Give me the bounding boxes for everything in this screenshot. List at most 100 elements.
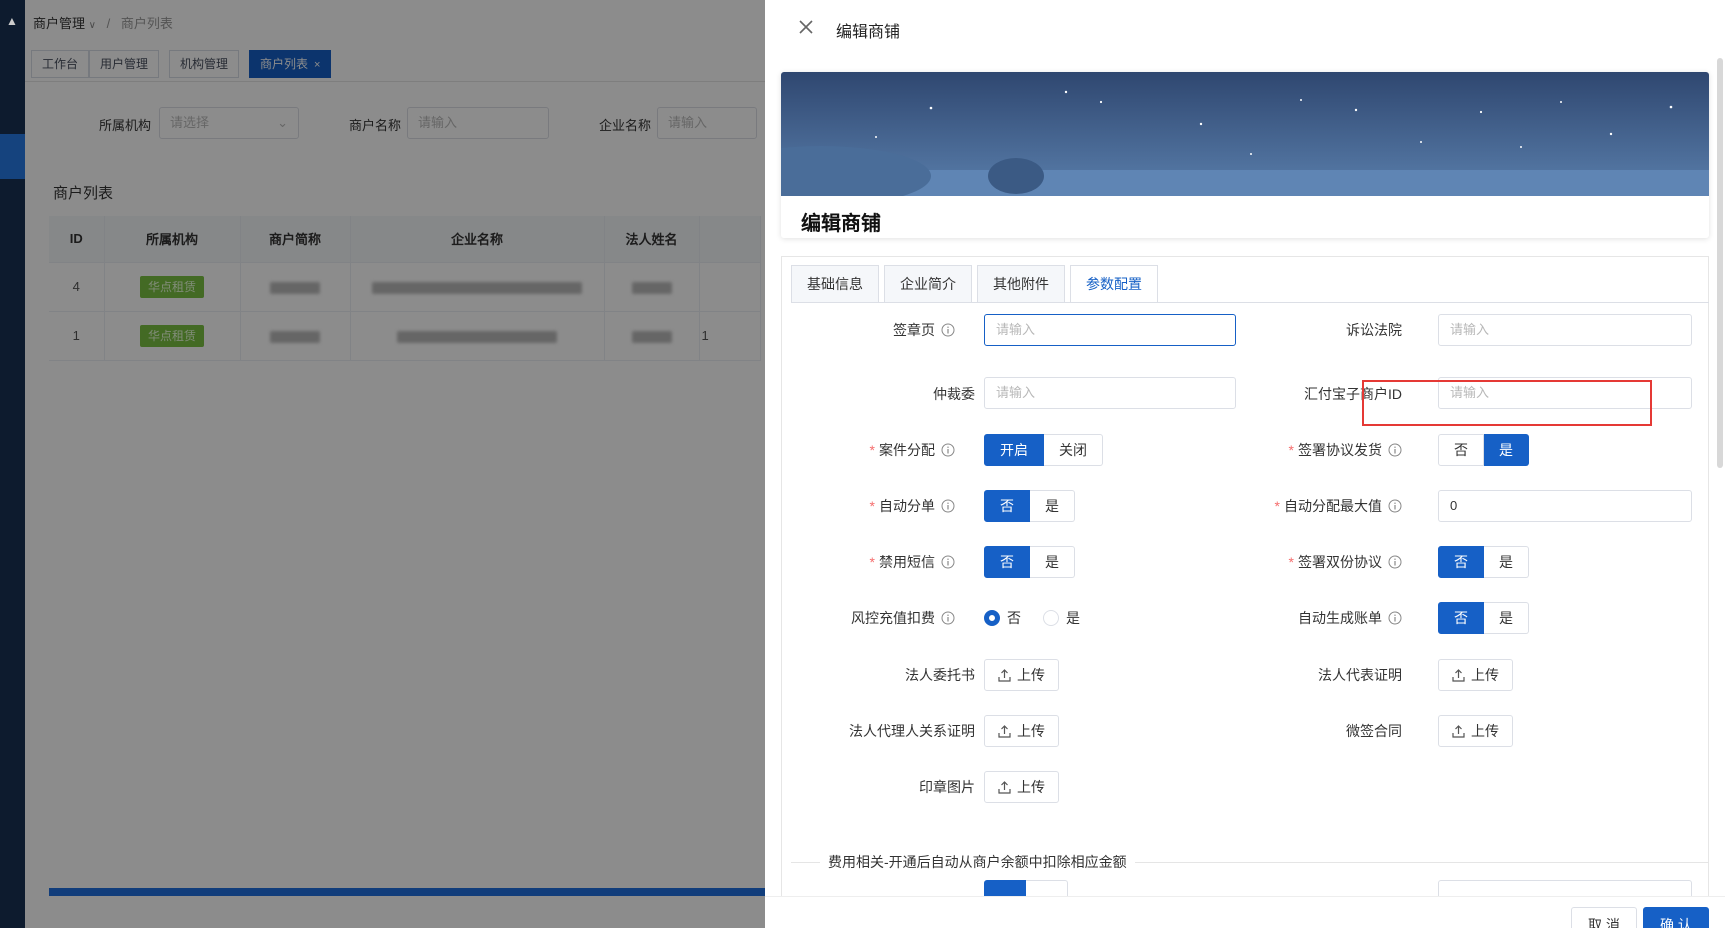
app-main: 商户管理 ∨ / 商户列表 工作台 用户管理 机构管理 商户列表 × 所属机构 请… (25, 0, 765, 928)
label-text: 法人代表证明 (1318, 667, 1402, 683)
case-assign-off-button[interactable]: 关闭 (1044, 434, 1103, 466)
auto-bill-toggle: 否 是 (1438, 602, 1529, 634)
radio-label: 是 (1066, 610, 1080, 626)
upload-icon (1452, 724, 1465, 738)
banner-image (781, 72, 1709, 196)
required-mark: * (869, 554, 875, 570)
tab-other-attachments[interactable]: 其他附件 (977, 265, 1065, 303)
modal-overlay[interactable] (25, 0, 765, 928)
micro-contract-label: 微签合同 (1346, 721, 1402, 741)
option-no-button[interactable]: 否 (984, 546, 1030, 578)
option-yes-button[interactable]: 是 (1484, 602, 1529, 634)
info-icon[interactable] (1388, 555, 1402, 569)
confirm-button[interactable]: 确 认 (1643, 907, 1709, 928)
seal-image-upload-button[interactable]: 上传 (984, 771, 1059, 803)
info-icon[interactable] (941, 323, 955, 337)
radio-dot (984, 610, 1000, 626)
info-icon[interactable] (941, 443, 955, 457)
shop-banner-card: 编辑商铺 (781, 72, 1709, 238)
auto-split-toggle: 否 是 (984, 490, 1075, 522)
sign-page-input[interactable]: 请输入 (984, 314, 1236, 346)
label-text: 诉讼法院 (1346, 322, 1402, 338)
option-no-button[interactable]: 否 (1438, 602, 1484, 634)
app-sidebar: ▲ (0, 0, 25, 928)
label-text: 法人委托书 (905, 667, 975, 683)
label-text: 禁用短信 (879, 554, 935, 570)
risk-fee-label: 风控充值扣费 (851, 608, 955, 628)
info-icon[interactable] (941, 555, 955, 569)
info-icon[interactable] (941, 611, 955, 625)
disable-sms-label: * 禁用短信 (870, 552, 955, 572)
input-value: 0 (1450, 498, 1458, 513)
pin-icon[interactable]: ▲ (6, 14, 18, 28)
tab-company-intro[interactable]: 企业简介 (884, 265, 972, 303)
label-text: 风控充值扣费 (851, 610, 935, 626)
shop-name: 编辑商铺 (801, 213, 881, 235)
radio-no[interactable]: 否 (984, 608, 1021, 628)
radio-dot (1043, 610, 1059, 626)
tabs-divider (791, 302, 1709, 303)
sign-agreement-ship-toggle: 否 是 (1438, 434, 1529, 466)
input-placeholder: 请输入 (1450, 385, 1490, 400)
legal-agent-cert-label: 法人代理人关系证明 (849, 721, 975, 741)
radio-label: 否 (1007, 610, 1021, 626)
legal-rep-cert-upload-button[interactable]: 上传 (1438, 659, 1513, 691)
radio-yes[interactable]: 是 (1043, 608, 1080, 628)
tab-parameter-config[interactable]: 参数配置 (1070, 265, 1158, 303)
auto-bill-label: 自动生成账单 (1298, 608, 1402, 628)
tab-label: 企业简介 (900, 276, 956, 292)
required-mark: * (1274, 498, 1280, 514)
required-mark: * (1288, 442, 1294, 458)
cancel-button[interactable]: 取 消 (1571, 907, 1637, 928)
required-mark: * (1288, 554, 1294, 570)
risk-fee-radio-group: 否 是 (984, 602, 1102, 634)
label-text: 自动分配最大值 (1284, 498, 1382, 514)
button-label: 上传 (1017, 779, 1045, 795)
option-yes-button[interactable]: 是 (1030, 546, 1075, 578)
dual-agreement-toggle: 否 是 (1438, 546, 1529, 578)
option-no-button[interactable]: 否 (1438, 546, 1484, 578)
option-yes-button[interactable]: 是 (1030, 490, 1075, 522)
fee-section-title: 费用相关-开通后自动从商户余额中扣除相应金额 (820, 852, 1135, 872)
arbitration-input[interactable]: 请输入 (984, 377, 1236, 409)
legal-agent-cert-upload-button[interactable]: 上传 (984, 715, 1059, 747)
info-icon[interactable] (941, 499, 955, 513)
required-mark: * (869, 498, 875, 514)
court-input[interactable]: 请输入 (1438, 314, 1692, 346)
sign-page-label: 签章页 (893, 320, 955, 340)
option-no-button[interactable]: 否 (1438, 434, 1484, 466)
case-assign-toggle: 开启 关闭 (984, 434, 1103, 466)
info-icon[interactable] (1388, 499, 1402, 513)
label-text: 案件分配 (879, 442, 935, 458)
micro-contract-upload-button[interactable]: 上传 (1438, 715, 1513, 747)
tab-basic-info[interactable]: 基础信息 (791, 265, 879, 303)
legal-entrust-label: 法人委托书 (905, 665, 975, 685)
close-icon[interactable] (795, 16, 817, 38)
label-text: 微签合同 (1346, 723, 1402, 739)
info-icon[interactable] (1388, 443, 1402, 457)
sidebar-active-item[interactable] (0, 134, 25, 179)
upload-icon (998, 780, 1011, 794)
auto-assign-max-input[interactable]: 0 (1438, 490, 1692, 522)
case-assign-label: * 案件分配 (870, 440, 955, 460)
case-assign-on-button[interactable]: 开启 (984, 434, 1044, 466)
option-yes-button[interactable]: 是 (1484, 434, 1529, 466)
button-label: 上传 (1471, 723, 1499, 739)
label-text: 签署双份协议 (1298, 554, 1382, 570)
info-icon[interactable] (1388, 611, 1402, 625)
legal-entrust-upload-button[interactable]: 上传 (984, 659, 1059, 691)
auto-split-label: * 自动分单 (870, 496, 955, 516)
option-no-button[interactable]: 否 (984, 490, 1030, 522)
label-text: 汇付宝子商户ID (1304, 386, 1402, 402)
button-label: 上传 (1471, 667, 1499, 683)
upload-icon (998, 724, 1011, 738)
tab-label: 其他附件 (993, 276, 1049, 292)
legal-rep-cert-label: 法人代表证明 (1318, 665, 1402, 685)
upload-icon (1452, 668, 1465, 682)
disable-sms-toggle: 否 是 (984, 546, 1075, 578)
label-text: 印章图片 (919, 779, 975, 795)
drawer-scrollbar[interactable] (1717, 58, 1723, 468)
huifubao-id-input[interactable]: 请输入 (1438, 377, 1692, 409)
option-yes-button[interactable]: 是 (1484, 546, 1529, 578)
label-text: 自动生成账单 (1298, 610, 1382, 626)
